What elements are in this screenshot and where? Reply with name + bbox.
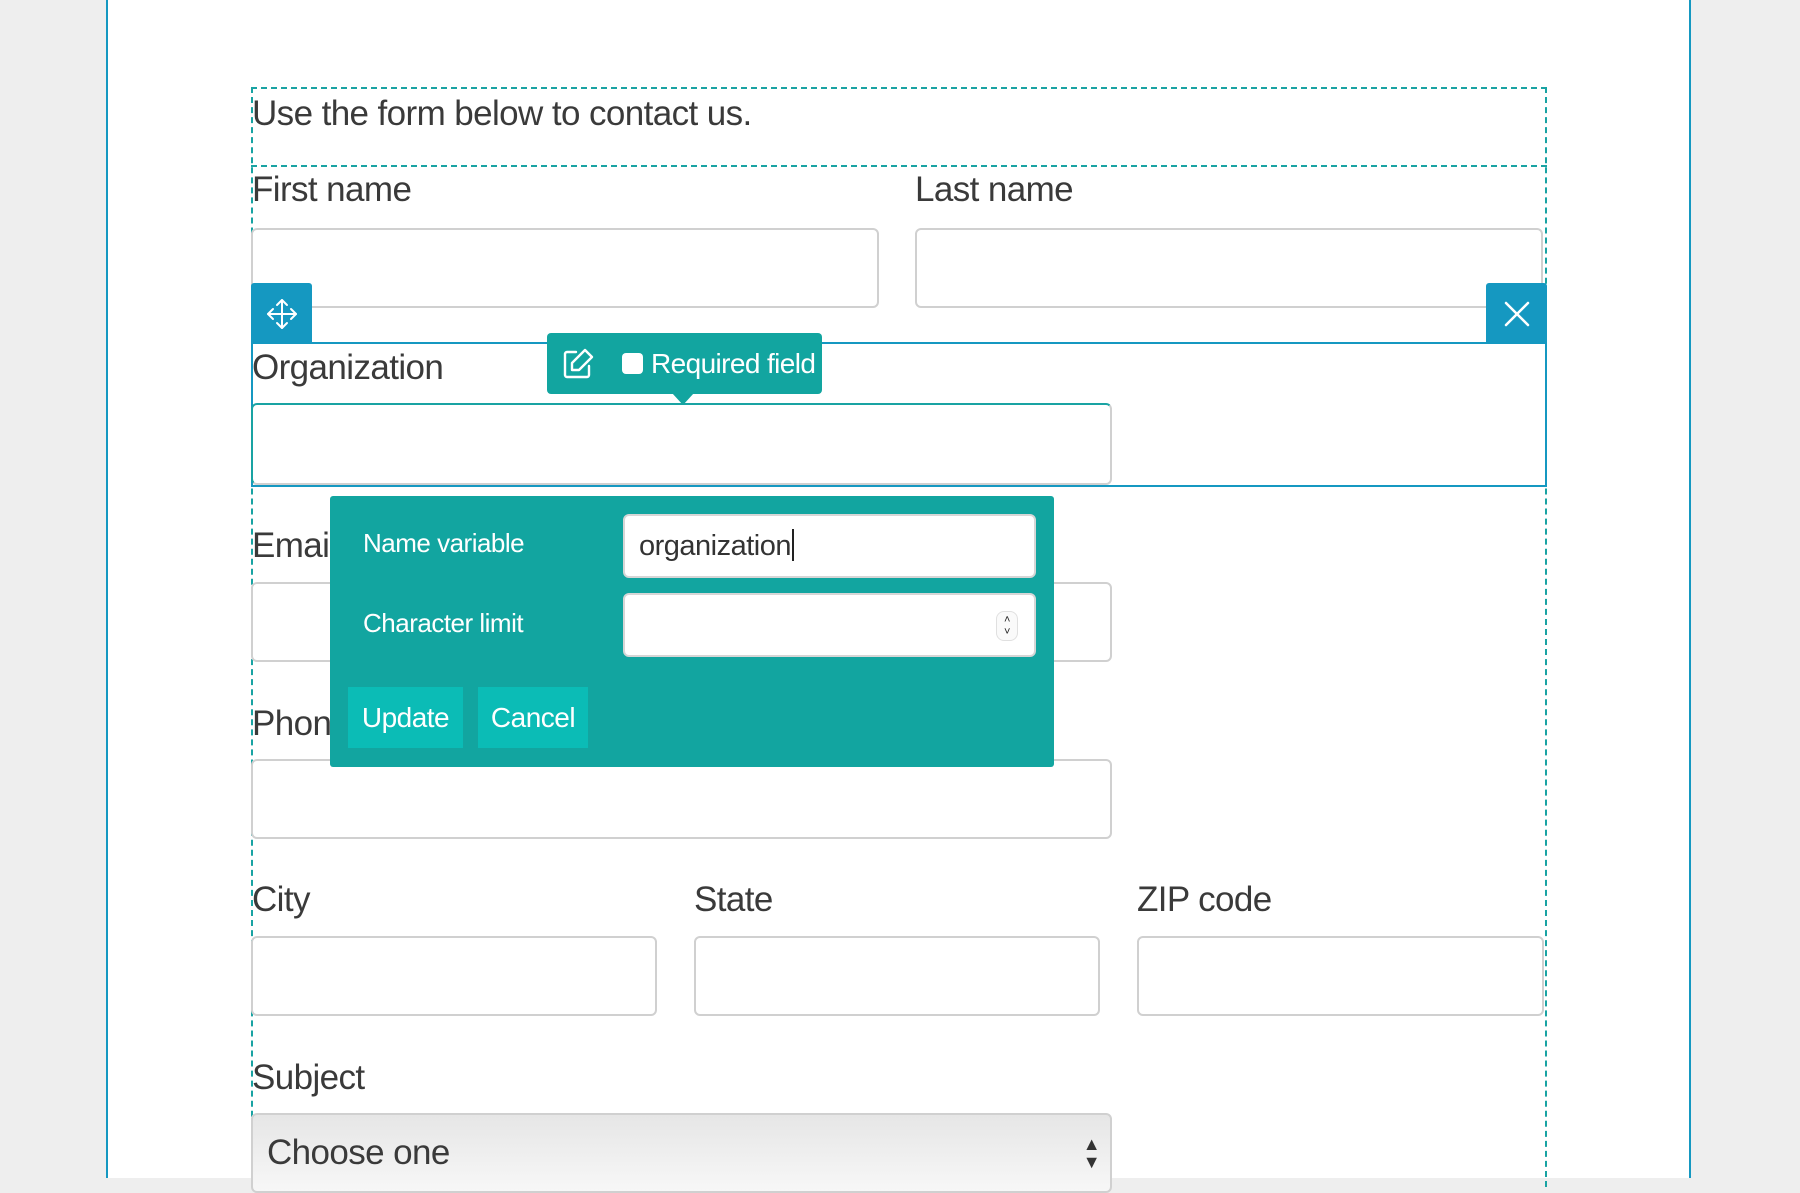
pencil-square-icon [563, 348, 594, 378]
intro-text[interactable]: Use the form below to contact us. [252, 94, 752, 134]
character-limit-label: Character limit [363, 608, 524, 638]
chevron-up-icon[interactable]: ˄ [1004, 614, 1010, 626]
city-input[interactable] [251, 936, 657, 1016]
subject-selected-value: Choose one [267, 1133, 450, 1172]
email-label: Email [252, 526, 337, 565]
character-limit-input[interactable]: ˄ ˅ [623, 593, 1036, 657]
subject-select[interactable]: Choose one ▲ ▼ [251, 1113, 1112, 1193]
select-arrows-icon: ▲ ▼ [1082, 1134, 1101, 1172]
organization-input[interactable] [251, 403, 1112, 485]
subject-label: Subject [252, 1058, 365, 1097]
chevron-down-icon[interactable]: ˅ [1004, 626, 1010, 638]
zip-input[interactable] [1137, 936, 1544, 1016]
name-variable-input[interactable]: organization [623, 514, 1036, 578]
required-field-checkbox[interactable] [622, 353, 643, 374]
remove-field-button[interactable] [1486, 283, 1547, 344]
state-input[interactable] [694, 936, 1100, 1016]
required-field-label[interactable]: Required field [651, 348, 816, 380]
move-arrows-icon [266, 298, 297, 329]
name-variable-label: Name variable [363, 528, 525, 558]
text-caret [792, 529, 794, 562]
toolbar-pointer [672, 393, 694, 405]
state-label: State [694, 880, 773, 919]
last-name-label: Last name [915, 170, 1074, 209]
field-settings-popup: Name variable organization Character lim… [330, 496, 1054, 767]
edit-field-button[interactable] [561, 347, 595, 381]
number-spinner[interactable]: ˄ ˅ [996, 611, 1018, 641]
zip-label: ZIP code [1137, 880, 1272, 919]
move-handle-button[interactable] [251, 283, 312, 344]
city-label: City [252, 880, 310, 919]
first-name-input[interactable] [251, 228, 879, 308]
first-name-label: First name [252, 170, 412, 209]
name-variable-value: organization [639, 530, 792, 562]
phone-input[interactable] [251, 759, 1112, 839]
update-button[interactable]: Update [348, 687, 463, 748]
close-x-icon [1504, 301, 1529, 326]
cancel-button[interactable]: Cancel [478, 687, 588, 748]
intro-divider [251, 165, 1547, 167]
last-name-input[interactable] [915, 228, 1543, 308]
organization-label: Organization [252, 348, 444, 387]
field-toolbar: Required field [547, 333, 822, 394]
